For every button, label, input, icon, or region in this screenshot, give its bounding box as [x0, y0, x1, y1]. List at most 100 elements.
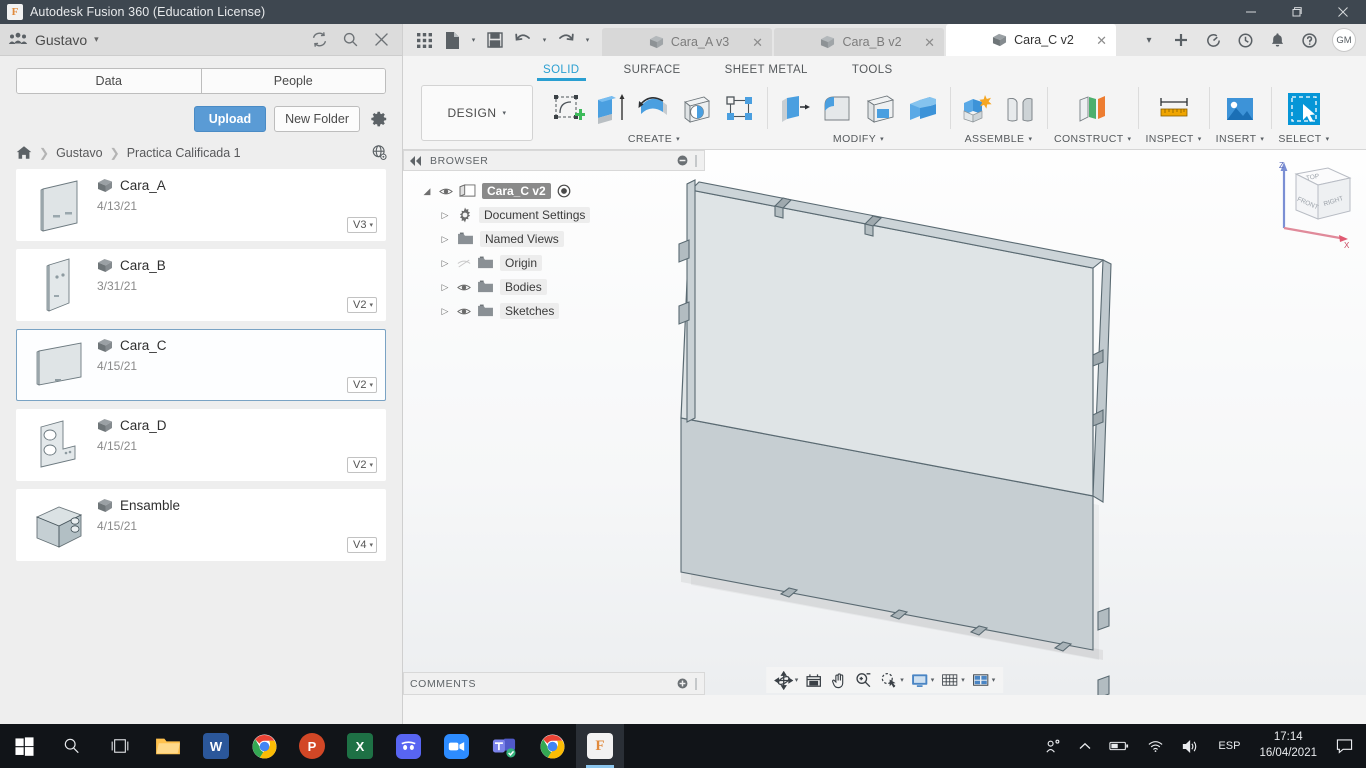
- user-avatar[interactable]: GM: [1332, 28, 1356, 52]
- chevron-down-icon[interactable]: ▾: [94, 34, 99, 45]
- fit-icon[interactable]: ▾: [877, 668, 906, 692]
- fillet-icon[interactable]: [817, 89, 857, 129]
- expand-arrow-icon[interactable]: ▷: [439, 306, 451, 317]
- app-grid-icon[interactable]: [411, 27, 437, 53]
- version-badge[interactable]: V2 ▾: [347, 457, 377, 473]
- clock-icon[interactable]: [1230, 25, 1260, 55]
- globe-icon[interactable]: [371, 144, 388, 161]
- tab-overflow-icon[interactable]: ▾: [1134, 25, 1164, 55]
- chrome-icon[interactable]: [240, 724, 288, 768]
- breadcrumb-item-1[interactable]: Practica Calificada 1: [127, 146, 241, 160]
- grip-icon[interactable]: [694, 677, 698, 690]
- ribbon-tab-surface[interactable]: SURFACE: [602, 64, 703, 81]
- ribbon-group-label[interactable]: ASSEMBLE ▾: [965, 133, 1033, 149]
- zoom-icon[interactable]: [852, 668, 875, 692]
- file-list-item[interactable]: Cara_B 3/31/21 V2 ▾: [16, 249, 386, 321]
- insert-image-icon[interactable]: [1220, 89, 1260, 129]
- ribbon-group-label[interactable]: CONSTRUCT ▾: [1054, 133, 1131, 149]
- refresh-icon[interactable]: [311, 31, 328, 48]
- create-sketch-icon[interactable]: [548, 89, 588, 129]
- chevron-down-icon[interactable]: ▾: [961, 676, 965, 684]
- grip-icon[interactable]: [694, 154, 698, 167]
- measure-icon[interactable]: [1154, 89, 1194, 129]
- add-comment-icon[interactable]: [677, 678, 688, 689]
- expand-arrow-icon[interactable]: ◢: [421, 186, 433, 197]
- shell-icon[interactable]: [860, 89, 900, 129]
- fusion360-icon[interactable]: F: [576, 724, 624, 768]
- tab-people[interactable]: People: [200, 69, 385, 93]
- offset-plane-icon[interactable]: [1073, 89, 1113, 129]
- expand-arrow-icon[interactable]: ▷: [439, 258, 451, 269]
- chevron-down-icon[interactable]: ▾: [931, 676, 935, 684]
- upload-button[interactable]: Upload: [193, 106, 267, 132]
- version-badge[interactable]: V3 ▾: [347, 217, 377, 233]
- combine-icon[interactable]: [903, 89, 943, 129]
- excel-icon[interactable]: X: [336, 724, 384, 768]
- language-indicator[interactable]: ESP: [1209, 724, 1249, 768]
- extrude-icon[interactable]: [591, 89, 631, 129]
- new-folder-button[interactable]: New Folder: [274, 106, 360, 132]
- file-list-item[interactable]: Cara_D 4/15/21 V2 ▾: [16, 409, 386, 481]
- chrome-icon-2[interactable]: [528, 724, 576, 768]
- discord-icon[interactable]: [384, 724, 432, 768]
- job-status-icon[interactable]: [1198, 25, 1228, 55]
- expand-arrow-icon[interactable]: ▷: [439, 282, 451, 293]
- collapse-left-icon[interactable]: [410, 155, 422, 166]
- tree-node-origin[interactable]: ▷ Origin: [439, 251, 705, 275]
- look-at-icon[interactable]: [802, 668, 825, 692]
- tree-node-sketches[interactable]: ▷ Sketches: [439, 299, 705, 323]
- grid-snap-icon[interactable]: ▾: [938, 668, 967, 692]
- undo-icon[interactable]: [510, 27, 536, 53]
- version-badge[interactable]: V2 ▾: [347, 377, 377, 393]
- chevron-down-icon[interactable]: ▾: [900, 676, 904, 684]
- document-tab-cara-a[interactable]: Cara_A v3 ✕: [602, 28, 772, 56]
- zoom-app-icon[interactable]: [432, 724, 480, 768]
- file-list-item[interactable]: Cara_A 4/13/21 V3 ▾: [16, 169, 386, 241]
- task-view-icon[interactable]: [96, 724, 144, 768]
- search-icon[interactable]: [342, 31, 359, 48]
- maximize-button[interactable]: [1274, 0, 1320, 24]
- version-badge[interactable]: V2 ▾: [347, 297, 377, 313]
- press-pull-icon[interactable]: [774, 89, 814, 129]
- viewports-icon[interactable]: ▾: [969, 668, 998, 692]
- teams-icon[interactable]: [480, 724, 528, 768]
- close-tab-icon[interactable]: ✕: [752, 36, 763, 49]
- windows-start-icon[interactable]: [0, 724, 48, 768]
- redo-dropdown[interactable]: ▾: [581, 27, 594, 53]
- show-hidden-icons-icon[interactable]: [1070, 724, 1100, 768]
- version-badge[interactable]: V4 ▾: [347, 537, 377, 553]
- wifi-icon[interactable]: [1138, 724, 1173, 768]
- new-document-dropdown[interactable]: ▾: [467, 27, 480, 53]
- ribbon-tab-solid[interactable]: SOLID: [521, 64, 602, 81]
- powerpoint-icon[interactable]: P: [288, 724, 336, 768]
- minimize-button[interactable]: [1228, 0, 1274, 24]
- new-component-icon[interactable]: [957, 89, 997, 129]
- tree-node-named-views[interactable]: ▷ Named Views: [439, 227, 705, 251]
- new-document-icon[interactable]: [439, 27, 465, 53]
- undo-dropdown[interactable]: ▾: [538, 27, 551, 53]
- document-tab-cara-b[interactable]: Cara_B v2 ✕: [774, 28, 944, 56]
- gear-icon[interactable]: [370, 110, 388, 128]
- ribbon-tab-sheet-metal[interactable]: SHEET METAL: [703, 64, 830, 81]
- orbit-icon[interactable]: ▾: [772, 668, 801, 692]
- select-window-icon[interactable]: [1284, 89, 1324, 129]
- eye-icon[interactable]: [457, 306, 471, 317]
- file-list-item-selected[interactable]: Cara_C 4/15/21 V2 ▾: [16, 329, 386, 401]
- close-tab-icon[interactable]: ✕: [1096, 34, 1107, 47]
- file-explorer-icon[interactable]: [144, 724, 192, 768]
- redo-icon[interactable]: [553, 27, 579, 53]
- ribbon-group-label[interactable]: MODIFY ▾: [833, 133, 884, 149]
- close-button[interactable]: [1320, 0, 1366, 24]
- activate-radio-icon[interactable]: [557, 184, 571, 198]
- minus-circle-icon[interactable]: [677, 155, 688, 166]
- tree-node-document-settings[interactable]: ▷ Document Settings: [439, 203, 705, 227]
- volume-icon[interactable]: [1173, 724, 1209, 768]
- save-icon[interactable]: [482, 27, 508, 53]
- breadcrumb-item-0[interactable]: Gustavo: [56, 146, 103, 160]
- search-icon[interactable]: [48, 724, 96, 768]
- ribbon-group-label[interactable]: CREATE ▾: [628, 133, 680, 149]
- home-icon[interactable]: [16, 145, 32, 160]
- eye-hidden-icon[interactable]: [457, 258, 471, 269]
- file-list-item[interactable]: Ensamble 4/15/21 V4 ▾: [16, 489, 386, 561]
- tree-node-root[interactable]: ◢ Cara_C v2: [421, 179, 705, 203]
